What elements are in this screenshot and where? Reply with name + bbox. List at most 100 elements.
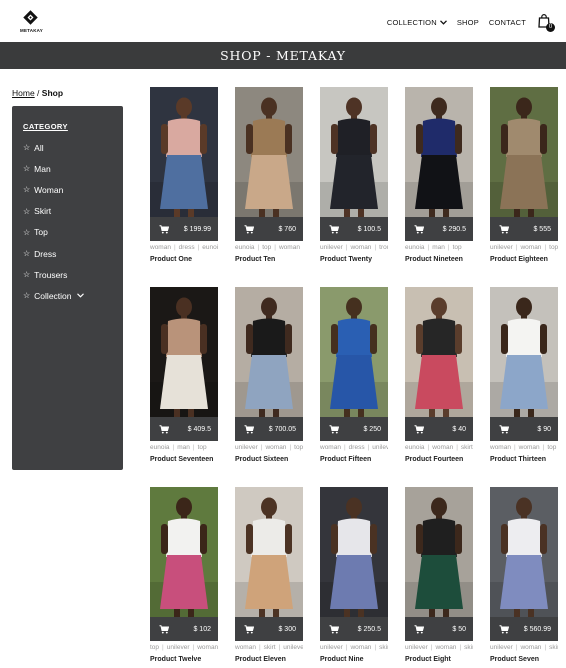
product-image[interactable]	[405, 87, 473, 217]
product-tag[interactable]: woman	[350, 644, 371, 651]
product-card[interactable]: $ 40 eunoia | woman | skirt Product Fourteen	[405, 287, 473, 463]
add-to-cart-bar[interactable]: $ 700.05	[235, 417, 303, 441]
product-card[interactable]: $ 100.5unilever|woman|trousersProduct Tw…	[320, 87, 388, 263]
product-name[interactable]: Product Ten	[235, 256, 303, 263]
add-to-cart-bar[interactable]: $ 250.5	[320, 617, 388, 641]
category-item-skirt[interactable]: ☆ Skirt	[23, 201, 123, 222]
add-to-cart-bar[interactable]: $ 40	[405, 417, 473, 441]
product-tag[interactable]: woman	[320, 444, 341, 451]
product-card[interactable]: $ 300woman|skirt|unileverProduct Eleven	[235, 487, 303, 663]
add-to-cart-bar[interactable]: $ 100.5	[320, 217, 388, 241]
product-tag[interactable]: skirt	[464, 644, 473, 651]
category-item-all[interactable]: ☆ All	[23, 137, 123, 158]
cart-icon[interactable]	[159, 224, 169, 234]
product-tag[interactable]: top	[453, 244, 462, 251]
cart-icon[interactable]	[414, 224, 424, 234]
product-tag[interactable]: man	[177, 444, 190, 451]
product-tag[interactable]: woman	[490, 444, 511, 451]
category-item-woman[interactable]: ☆ Woman	[23, 179, 123, 200]
product-tag[interactable]: woman	[435, 644, 456, 651]
breadcrumb-home-link[interactable]: Home	[12, 88, 35, 98]
product-image[interactable]	[405, 487, 473, 617]
add-to-cart-bar[interactable]: $ 290.5	[405, 217, 473, 241]
product-tag[interactable]: man	[432, 244, 445, 251]
product-tag[interactable]: eunoia	[405, 444, 425, 451]
category-item-collection[interactable]: ☆ Collection	[23, 285, 123, 306]
product-tag[interactable]: skirt	[461, 444, 473, 451]
category-item-dress[interactable]: ☆ Dress	[23, 243, 123, 264]
product-name[interactable]: Product Seven	[490, 656, 558, 663]
product-tag[interactable]: unilever	[283, 644, 303, 651]
cart-icon[interactable]	[329, 624, 339, 634]
product-image[interactable]	[150, 487, 218, 617]
cart-icon[interactable]	[244, 424, 254, 434]
product-card[interactable]: $ 555 unilever | woman | top Product Eighteen	[490, 87, 558, 263]
product-tag[interactable]: woman	[519, 444, 540, 451]
product-tag[interactable]: woman	[235, 644, 256, 651]
product-tag[interactable]: dress	[179, 244, 195, 251]
product-card[interactable]: $ 50unilever|woman|skirtProduct Eight	[405, 487, 473, 663]
product-tag[interactable]: woman	[350, 244, 371, 251]
product-tag[interactable]: unilever	[490, 644, 513, 651]
product-tag[interactable]: woman	[265, 444, 286, 451]
category-item-man[interactable]: ☆ Man	[23, 158, 123, 179]
product-name[interactable]: Product Nine	[320, 656, 388, 663]
product-tag[interactable]: top	[198, 444, 207, 451]
product-name[interactable]: Product Thirteen	[490, 456, 558, 463]
product-tag[interactable]: eunoia	[202, 244, 218, 251]
product-card[interactable]: $ 560.99unilever|woman|skirtProduct Seve…	[490, 487, 558, 663]
product-name[interactable]: Product Eleven	[235, 656, 303, 663]
product-card[interactable]: $ 760 eunoia | top | woman Product Ten	[235, 87, 303, 263]
add-to-cart-bar[interactable]: $ 555	[490, 217, 558, 241]
nav-contact[interactable]: CONTACT	[489, 18, 526, 27]
product-tag[interactable]: unilever	[320, 644, 343, 651]
product-tag[interactable]: woman	[520, 644, 541, 651]
product-image[interactable]	[320, 87, 388, 217]
product-name[interactable]: Product Eight	[405, 656, 473, 663]
product-name[interactable]: Product Nineteen	[405, 256, 473, 263]
product-tag[interactable]: skirt	[549, 644, 558, 651]
cart-icon[interactable]	[329, 424, 339, 434]
product-tag[interactable]: eunoia	[150, 444, 170, 451]
product-image[interactable]	[490, 87, 558, 217]
product-name[interactable]: Product Sixteen	[235, 456, 303, 463]
product-tag[interactable]: dress	[349, 444, 365, 451]
add-to-cart-bar[interactable]: $ 560.99	[490, 617, 558, 641]
add-to-cart-bar[interactable]: $ 199.99	[150, 217, 218, 241]
product-card[interactable]: $ 199.99woman|dress|eunoiaProduct One	[150, 87, 218, 263]
cart-icon[interactable]	[159, 624, 169, 634]
cart-icon[interactable]	[499, 624, 509, 634]
product-card[interactable]: $ 700.05 unilever | woman | top Product Sixtee…	[235, 287, 303, 463]
product-image[interactable]	[235, 287, 303, 417]
product-image[interactable]	[490, 487, 558, 617]
product-tag[interactable]: woman	[520, 244, 541, 251]
product-tag[interactable]: woman	[432, 444, 453, 451]
product-tag[interactable]: eunoia	[405, 244, 425, 251]
add-to-cart-bar[interactable]: $ 409.5	[150, 417, 218, 441]
product-name[interactable]: Product Twenty	[320, 256, 388, 263]
add-to-cart-bar[interactable]: $ 50	[405, 617, 473, 641]
add-to-cart-bar[interactable]: $ 250	[320, 417, 388, 441]
product-image[interactable]	[490, 287, 558, 417]
product-tag[interactable]: unilever	[235, 444, 258, 451]
product-tag[interactable]: unilever	[167, 644, 190, 651]
product-image[interactable]	[235, 87, 303, 217]
product-tag[interactable]: unilever	[320, 244, 343, 251]
product-name[interactable]: Product Fourteen	[405, 456, 473, 463]
cart-icon[interactable]	[159, 424, 169, 434]
product-tag[interactable]: eunoia	[235, 244, 255, 251]
cart-icon[interactable]	[329, 224, 339, 234]
product-card[interactable]: $ 250.5unilever|woman|skirtProduct Nine	[320, 487, 388, 663]
add-to-cart-bar[interactable]: $ 760	[235, 217, 303, 241]
cart-icon[interactable]	[244, 624, 254, 634]
cart-icon[interactable]	[499, 224, 509, 234]
category-item-top[interactable]: ☆ Top	[23, 222, 123, 243]
product-image[interactable]	[320, 487, 388, 617]
product-image[interactable]	[150, 287, 218, 417]
category-item-trousers[interactable]: ☆ Trousers	[23, 264, 123, 285]
add-to-cart-bar[interactable]: $ 300	[235, 617, 303, 641]
product-tag[interactable]: top	[262, 244, 271, 251]
product-card[interactable]: $ 102 top | unilever | woman Product Twelve	[150, 487, 218, 663]
product-tag[interactable]: top	[547, 444, 556, 451]
cart-icon[interactable]	[414, 424, 424, 434]
